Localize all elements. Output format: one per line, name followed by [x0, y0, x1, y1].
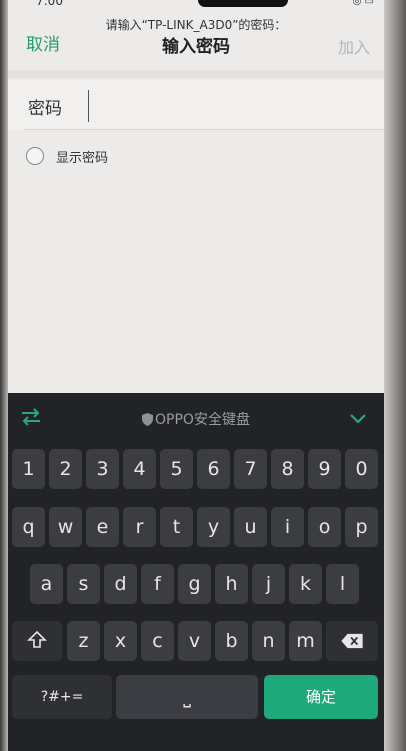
key-a[interactable]: a	[30, 564, 63, 604]
key-4[interactable]: 4	[123, 449, 156, 489]
keyboard-title-text: OPPO安全键盘	[155, 412, 250, 428]
backspace-icon	[341, 633, 363, 649]
shift-arrow-icon	[27, 630, 47, 648]
keyboard-toolbar: OPPO安全键盘	[8, 393, 384, 443]
key-h[interactable]: h	[215, 564, 248, 604]
key-m[interactable]: m	[289, 621, 322, 661]
key-s[interactable]: s	[67, 564, 100, 604]
network-prompt: 请输入“TP-LINK_A3D0”的密码：	[105, 18, 287, 32]
key-w[interactable]: w	[49, 507, 82, 547]
key-9[interactable]: 9	[308, 449, 341, 489]
status-icons: ◎ ▭	[352, 0, 374, 7]
key-6[interactable]: 6	[197, 449, 230, 489]
password-row: 密码	[8, 80, 384, 130]
join-button[interactable]: 加入	[338, 34, 370, 58]
key-y[interactable]: y	[197, 507, 230, 547]
key-t[interactable]: t	[160, 507, 193, 547]
symbols-key[interactable]: ?#+=	[12, 675, 112, 719]
secure-keyboard: OPPO安全键盘 1234567890 qwertyuiop asdfghjkl…	[8, 393, 384, 751]
camera-notch	[198, 0, 288, 7]
confirm-key[interactable]: 确定	[264, 675, 378, 719]
keyboard-title: OPPO安全键盘	[8, 409, 384, 429]
key-z[interactable]: z	[67, 621, 100, 661]
key-5[interactable]: 5	[160, 449, 193, 489]
key-j[interactable]: j	[252, 564, 285, 604]
shield-icon	[142, 413, 154, 426]
shift-key[interactable]	[12, 621, 62, 661]
key-u[interactable]: u	[234, 507, 267, 547]
key-o[interactable]: o	[308, 507, 341, 547]
key-b[interactable]: b	[215, 621, 248, 661]
key-1[interactable]: 1	[12, 449, 45, 489]
key-c[interactable]: c	[141, 621, 174, 661]
phone-bezel-left	[0, 0, 8, 751]
space-key[interactable]: ⎵	[116, 675, 258, 719]
key-3[interactable]: 3	[86, 449, 119, 489]
key-q[interactable]: q	[12, 507, 45, 547]
status-time: 7:00	[36, 0, 63, 8]
key-d[interactable]: d	[104, 564, 137, 604]
key-i[interactable]: i	[271, 507, 304, 547]
show-password-radio[interactable]	[26, 147, 44, 165]
password-input[interactable]	[88, 90, 365, 122]
phone-bezel-right	[384, 0, 406, 751]
key-f[interactable]: f	[141, 564, 174, 604]
row-separator	[24, 129, 384, 130]
key-0[interactable]: 0	[345, 449, 378, 489]
key-l[interactable]: l	[326, 564, 359, 604]
key-r[interactable]: r	[123, 507, 156, 547]
page-title: 输入密码	[162, 37, 230, 57]
nav-bar: 取消 请输入“TP-LINK_A3D0”的密码： 输入密码 加入	[8, 8, 384, 66]
phone-screen: 7:00 ◎ ▭ 取消 请输入“TP-LINK_A3D0”的密码： 输入密码 加…	[8, 0, 384, 751]
show-password-option[interactable]: 显示密码	[26, 144, 108, 168]
key-7[interactable]: 7	[234, 449, 267, 489]
key-k[interactable]: k	[289, 564, 322, 604]
key-p[interactable]: p	[345, 507, 378, 547]
chevron-down-icon[interactable]	[348, 411, 368, 425]
backspace-key[interactable]	[326, 621, 378, 661]
key-n[interactable]: n	[252, 621, 285, 661]
show-password-label: 显示密码	[56, 150, 109, 166]
key-8[interactable]: 8	[271, 449, 304, 489]
password-label: 密码	[28, 99, 62, 119]
key-v[interactable]: v	[178, 621, 211, 661]
key-g[interactable]: g	[178, 564, 211, 604]
key-2[interactable]: 2	[49, 449, 82, 489]
key-e[interactable]: e	[86, 507, 119, 547]
key-x[interactable]: x	[104, 621, 137, 661]
section-divider	[8, 70, 384, 78]
